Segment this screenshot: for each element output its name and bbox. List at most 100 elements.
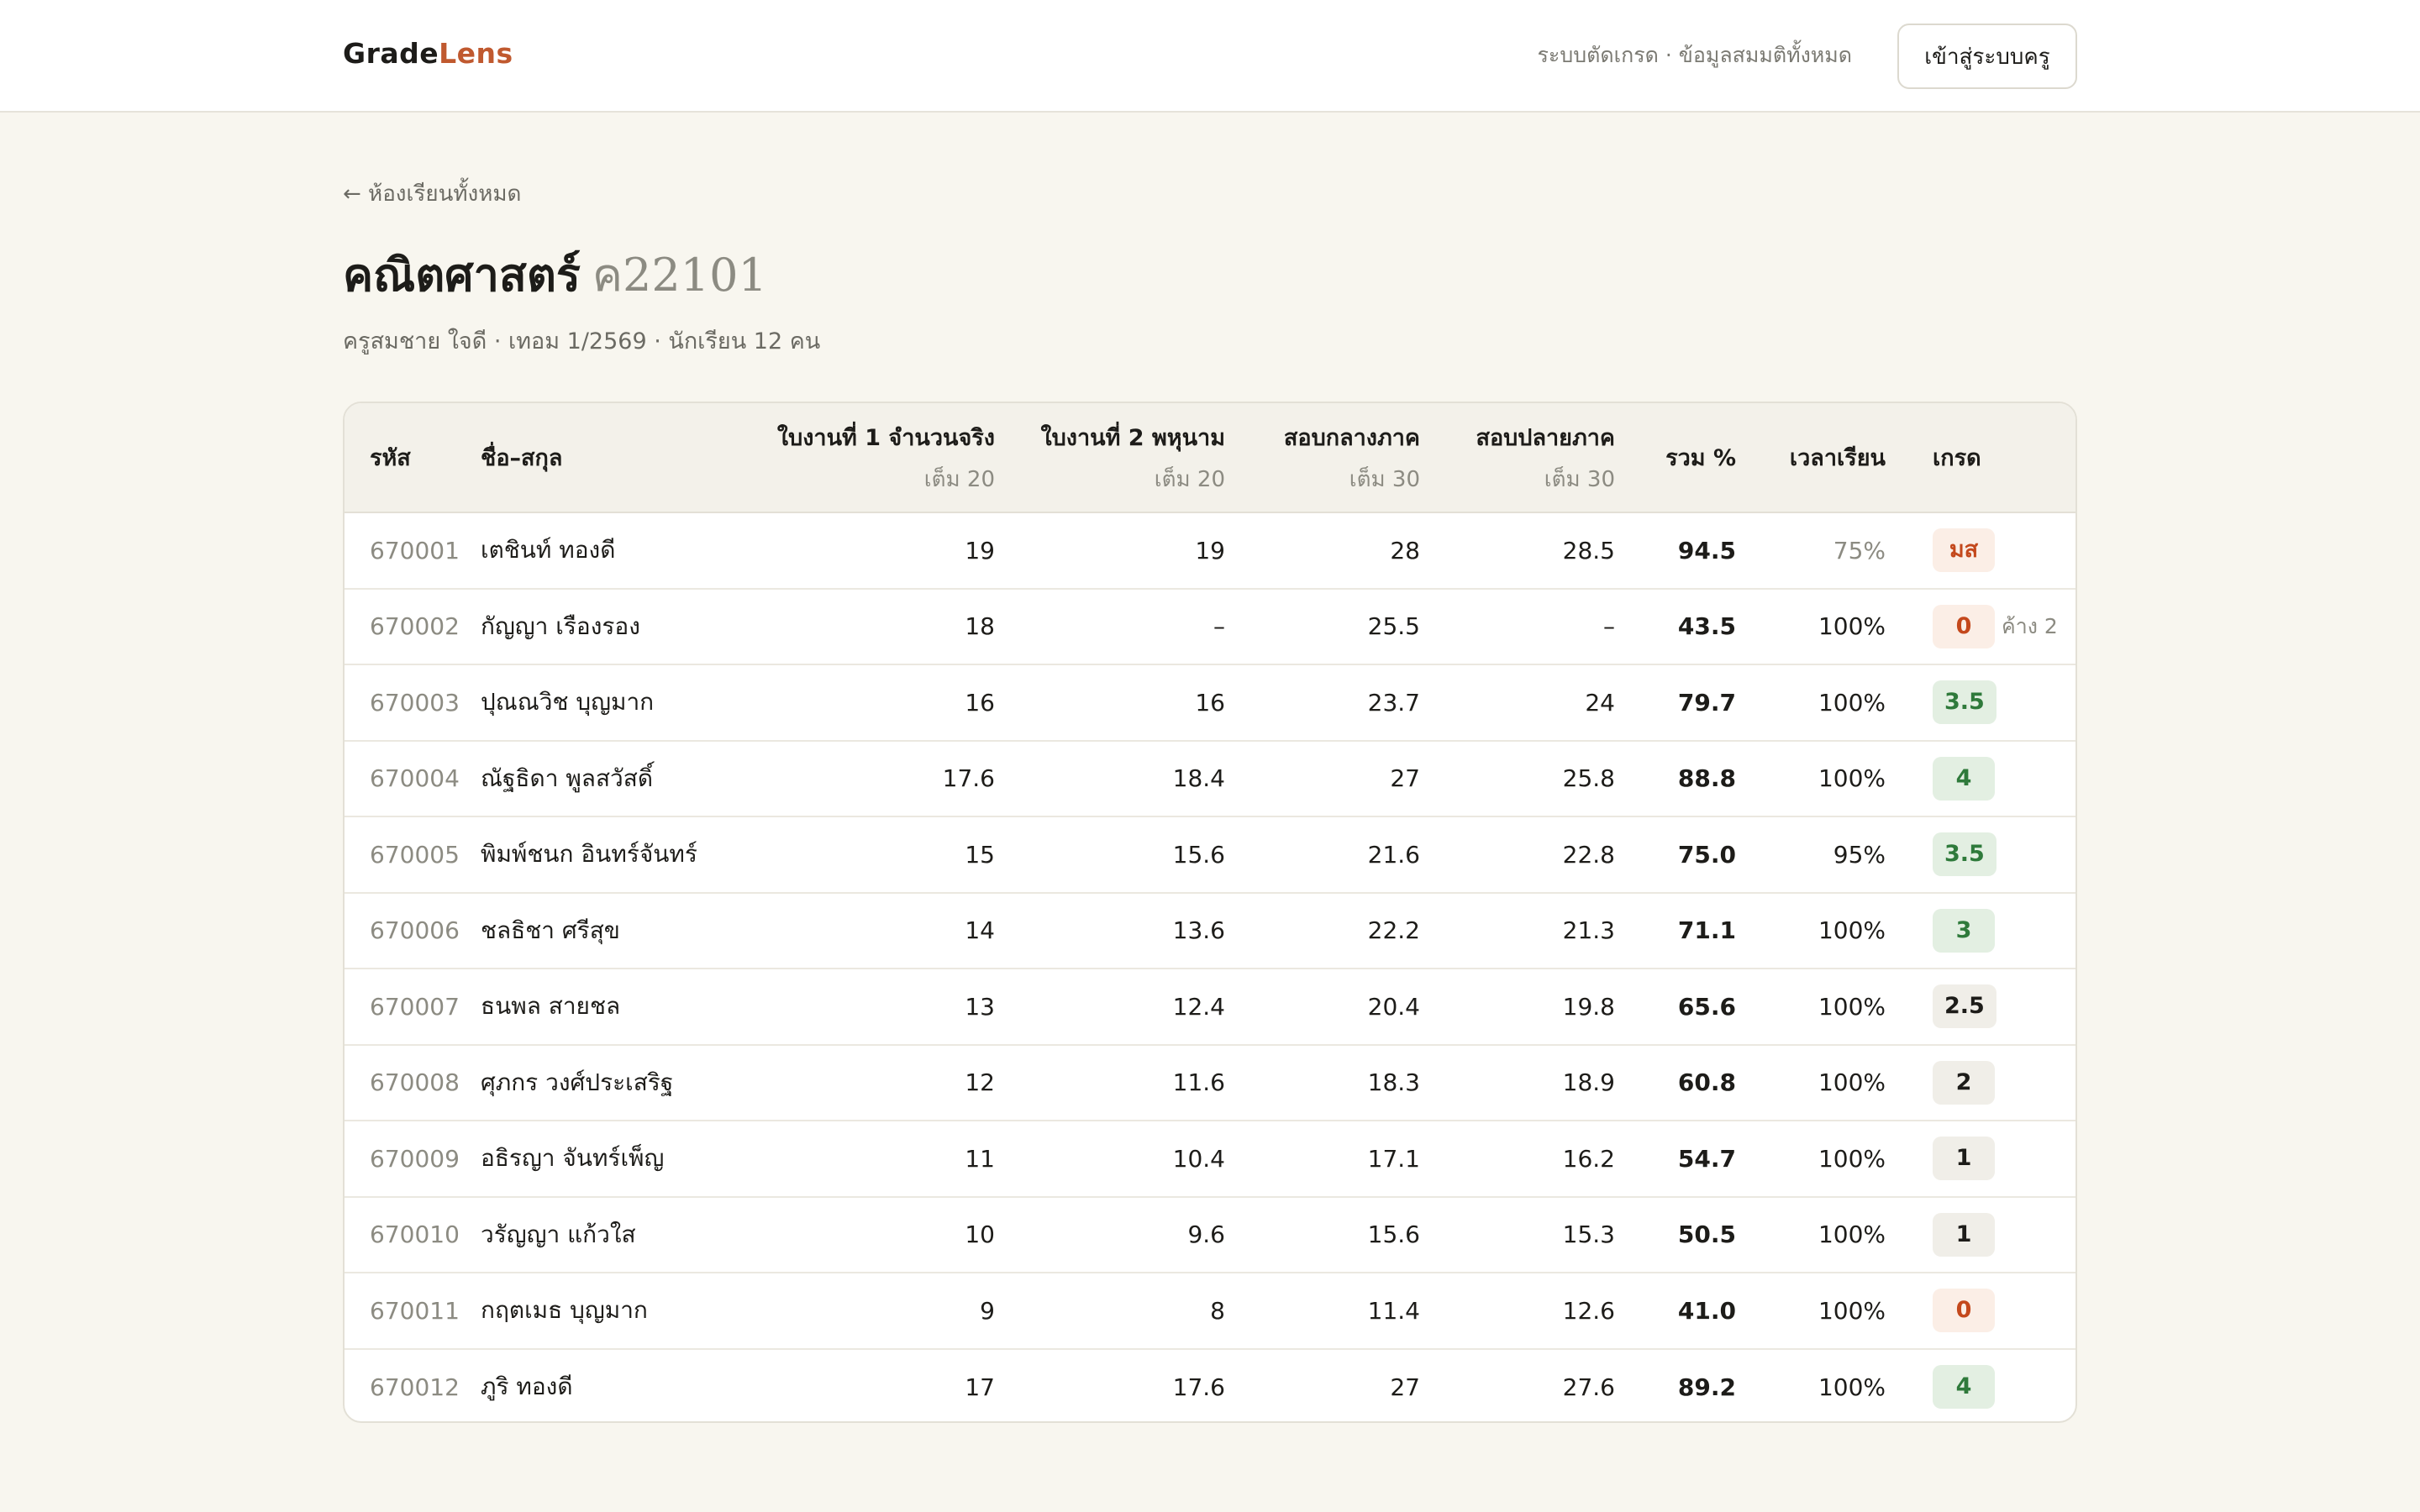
total-percent: 89.2 [1677,1373,1736,1401]
table-row[interactable]: 670007 ธนพล สายชล 13 12.4 20.4 19.8 65.6 100% 2.… [345,969,2075,1046]
attendance-percent: 100% [1736,588,1886,665]
score-worksheet-1: 10 [743,1196,995,1273]
total-percent: 41.0 [1615,1273,1736,1350]
grade-cell: 4 [1886,1349,2075,1422]
pending-note: ค้าง 2 [2002,613,2058,638]
col-header-midterm-max: เต็ม 30 [1349,466,1420,492]
table-row[interactable]: 670002 กัญญา เรืองรอง 18–25.5–43.5 100% 0 ค้า… [345,588,2075,665]
score-final: 25.8 [1420,740,1615,817]
col-header-name: ชื่อ–สกุล [481,403,743,513]
total-percent: 75.0 [1615,816,1736,894]
student-name: ณัฐธิดา พูลสวัสดิ์ [481,740,743,817]
back-to-classrooms-link[interactable]: ← ห้องเรียนทั้งหมด [343,176,521,211]
student-name: กัญญา เรืองรอง [481,588,743,665]
table-row[interactable]: 670006 ชลธิชา ศรีสุข 14 13.6 22.2 21.3 71.1 100… [345,892,2075,969]
score-midterm: 15.6 [1225,1196,1420,1273]
col-header-attendance: เวลาเรียน [1736,403,1886,513]
col-header-total: รวม % [1615,403,1736,513]
student-id: 670012 [370,1373,460,1401]
total-percent: 50.5 [1615,1196,1736,1273]
score-final: 12.6 [1420,1273,1615,1350]
attendance-percent: 100% [1736,1044,1886,1121]
score-worksheet-1: 17.6 [743,740,995,817]
table-row[interactable]: 670012 ภูริ ทองดี 17 17.6 27 27.6 89.2 100% 4 [345,1349,2075,1422]
score-midterm: 23.7 [1225,664,1420,742]
table-row[interactable]: 670010 วรัญญา แก้วใส 10 9.6 15.6 15.3 50.5 100%… [345,1196,2075,1273]
col-header-id: รหัส [345,403,481,513]
score-worksheet-2: 10.4 [995,1121,1225,1198]
student-id: 670006 [345,892,481,969]
attendance-percent: 100% [1736,1121,1886,1198]
student-name: พิมพ์ชนก อินทร์จันทร์ [481,816,743,894]
col-header-final-label: สอบปลายภาค [1476,424,1615,451]
score-midterm: 22.2 [1225,892,1420,969]
grade-cell: 3.5 [1886,664,2075,742]
col-header-grade: เกรด [1886,403,2075,513]
score-midterm: 20.4 [1225,969,1420,1046]
score-final: 16.2 [1420,1121,1615,1198]
grade-cell: 0 ค้าง 2 [1886,588,2075,665]
grade-badge: 3 [1933,908,1995,953]
score-midterm: 27 [1390,1373,1420,1401]
grade-cell: 2 [1886,1044,2075,1121]
grade-cell: 2.5 [1886,969,2075,1046]
table-row[interactable]: 670004 ณัฐธิดา พูลสวัสดิ์ 17.6 18.4 27 25.8 88… [345,740,2075,817]
score-worksheet-2: 13.6 [995,892,1225,969]
score-worksheet-2: 15.6 [995,816,1225,894]
total-percent: 65.6 [1615,969,1736,1046]
col-header-midterm: สอบกลางภาคเต็ม 30 [1225,403,1420,513]
student-id: 670009 [345,1121,481,1198]
attendance-percent: 95% [1736,816,1886,894]
student-name: เตชินท์ ทองดี [481,512,743,590]
grade-badge: 1 [1933,1212,1995,1257]
student-name: อธิรญา จันทร์เพ็ญ [481,1121,743,1198]
student-id: 670004 [345,740,481,817]
table-row[interactable]: 670003 ปุณณวิช บุญมาก 16 16 23.7 24 79.7 100% 3.… [345,664,2075,742]
student-id: 670008 [345,1044,481,1121]
student-id: 670005 [345,816,481,894]
score-worksheet-2: 17.6 [1172,1373,1225,1401]
student-name: ภูริ ทองดี [481,1373,573,1401]
course-meta: ครูสมชาย ใจดี · เทอม 1/2569 · นักเรียน 1… [343,328,821,354]
table-row[interactable]: 670008 ศุภกร วงศ์ประเสริฐ 12 11.6 18.3 18.9 60… [345,1044,2075,1121]
grade-cell: 0 [1886,1273,2075,1350]
total-percent: 79.7 [1615,664,1736,742]
header-note: ระบบตัดเกรด · ข้อมูลสมมติทั้งหมด [1537,43,1853,67]
col-header-midterm-label: สอบกลางภาค [1283,424,1420,451]
score-worksheet-1: 15 [743,816,995,894]
student-id: 670001 [345,512,481,590]
score-worksheet-1: 17 [965,1373,995,1401]
col-header-worksheet-1-max: เต็ม 20 [923,466,995,492]
total-percent: 43.5 [1615,588,1736,665]
col-header-worksheet-2-label: ใบงานที่ 2 พหุนาม [1040,424,1225,451]
score-midterm: 11.4 [1225,1273,1420,1350]
student-id: 670007 [345,969,481,1046]
total-percent: 94.5 [1615,512,1736,590]
grade-cell: 1 [1886,1196,2075,1273]
score-worksheet-1: 11 [743,1121,995,1198]
score-final: 19.8 [1420,969,1615,1046]
score-final: 24 [1420,664,1615,742]
table-row[interactable]: 670005 พิมพ์ชนก อินทร์จันทร์ 15 15.6 21.6 22.… [345,816,2075,894]
brand-logo[interactable]: GradeLens [343,37,513,70]
attendance-percent: 100% [1736,740,1886,817]
teacher-login-button[interactable]: เข้าสู่ระบบครู [1897,24,2077,89]
brand-name-part2: Lens [439,37,513,70]
grade-badge: 0 [1933,1289,1995,1333]
grade-cell: 3 [1886,892,2075,969]
score-worksheet-1: 13 [743,969,995,1046]
grades-table-body: 670001 เตชินท์ ทองดี 19 19 28 28.5 94.5 75% มส 67… [345,512,2075,1422]
table-row[interactable]: 670009 อธิรญา จันทร์เพ็ญ 11 10.4 17.1 16.2 54.… [345,1121,2075,1198]
grade-cell: 1 [1886,1121,2075,1198]
brand-name-part1: Grade [343,37,439,70]
score-midterm: 27 [1225,740,1420,817]
student-name: ธนพล สายชล [481,969,743,1046]
table-header-row: รหัส ชื่อ–สกุล ใบงานที่ 1 จำนวนจริง เต็ม … [345,403,2075,513]
score-worksheet-2: 11.6 [995,1044,1225,1121]
grade-badge: 4 [1933,756,1995,801]
total-percent: 54.7 [1615,1121,1736,1198]
student-name: กฤตเมธ บุญมาก [481,1273,743,1350]
table-row[interactable]: 670011 กฤตเมธ บุญมาก 9 8 11.4 12.6 41.0 100% 0 [345,1273,2075,1350]
score-midterm: 21.6 [1225,816,1420,894]
table-row[interactable]: 670001 เตชินท์ ทองดี 19 19 28 28.5 94.5 75% มส [345,512,2075,590]
